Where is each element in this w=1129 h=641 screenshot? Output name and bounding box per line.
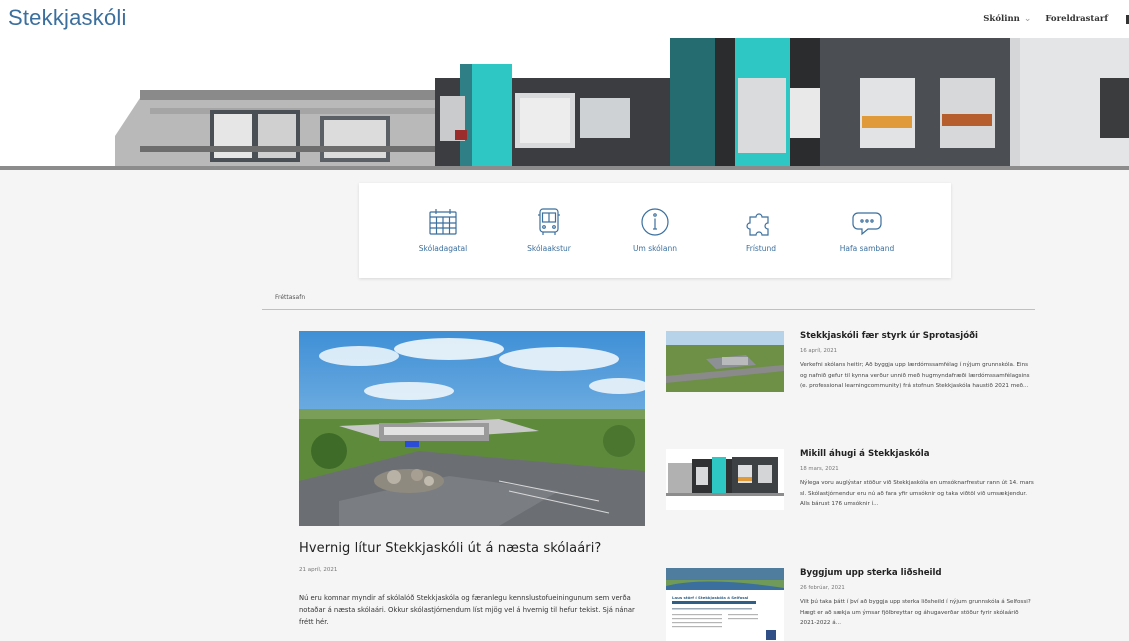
news-excerpt: Nýlega voru auglýstar stöður við Stekkja…: [800, 480, 1034, 508]
news-text: Mikill áhugi á Stekkjaskóla 18 mars, 202…: [800, 449, 1036, 510]
page: Stekkjaskóli Skólinn ⌄ Foreldrastarf Skó…: [0, 0, 1129, 641]
quick-link-hafa-samband[interactable]: Hafa samband: [814, 205, 920, 278]
calendar-icon: [429, 209, 457, 235]
top-bar: Stekkjaskóli Skólinn ⌄ Foreldrastarf: [0, 0, 1129, 38]
quick-link-label: Um skólann: [633, 244, 677, 253]
quick-link-label: Skóladagatal: [418, 244, 468, 253]
quick-link-skolaakstur[interactable]: Skólaakstur: [496, 205, 602, 278]
section-divider: [262, 309, 1035, 310]
news-excerpt: Verkefni skólans heitir; Að byggja upp l…: [800, 362, 1030, 390]
bus-icon: [538, 208, 560, 235]
news-date: 16 apríl, 2021: [800, 348, 838, 354]
building-render-image: [666, 449, 784, 510]
quick-link-label: Skólaakstur: [527, 244, 571, 253]
news-thumbnail[interactable]: [666, 449, 784, 510]
news-item[interactable]: Laus störf í Stekkjaskóla á Selfossi Byg…: [666, 568, 1036, 641]
nav-item-skolinn[interactable]: Skólinn ⌄: [983, 14, 1031, 24]
info-icon: [641, 208, 669, 236]
news-thumbnail[interactable]: Laus störf í Stekkjaskóla á Selfossi: [666, 568, 784, 641]
site-title[interactable]: Stekkjaskóli: [8, 5, 127, 31]
featured-news-excerpt: Nú eru komnar myndir af skólalóð Stekkja…: [299, 594, 635, 626]
news-title[interactable]: Byggjum upp sterka liðsheild: [800, 568, 1036, 578]
quick-link-skoladagatal[interactable]: Skóladagatal: [390, 205, 496, 278]
news-title[interactable]: Mikill áhugi á Stekkjaskóla: [800, 449, 1036, 459]
news-title[interactable]: Stekkjaskóli fær styrk úr Sprotasjóði: [800, 331, 1036, 341]
featured-news-date: 21 apríl, 2021: [299, 567, 338, 573]
quick-link-um-skolann[interactable]: Um skólann: [602, 205, 708, 278]
featured-news-image[interactable]: [299, 331, 645, 526]
news-date: 18 mars, 2021: [800, 466, 839, 472]
nav-label: Foreldrastarf: [1045, 14, 1108, 24]
news-archive-heading[interactable]: Fréttasafn: [275, 294, 305, 301]
chat-bubble-icon: [852, 212, 882, 236]
chevron-down-icon: ⌄: [1023, 14, 1032, 24]
news-item[interactable]: Mikill áhugi á Stekkjaskóla 18 mars, 202…: [666, 449, 1036, 539]
quick-links-card: Skóladagatal Skólaakstur Um skólann Frís…: [359, 183, 951, 278]
hero-banner: [0, 38, 1129, 170]
nav-item-foreldrastarf[interactable]: Foreldrastarf: [1045, 14, 1108, 24]
school-building-rendering: [0, 38, 1129, 170]
news-item[interactable]: Stekkjaskóli fær styrk úr Sprotasjóði 16…: [666, 331, 1036, 421]
news-date: 26 febrúar, 2021: [800, 585, 845, 591]
quick-link-label: Frístund: [745, 244, 777, 253]
news-text: Stekkjaskóli fær styrk úr Sprotasjóði 16…: [800, 331, 1036, 392]
nav-label: Skólinn: [983, 14, 1020, 24]
main-nav: Skólinn ⌄ Foreldrastarf: [983, 0, 1129, 38]
aerial-site-image: [666, 331, 784, 392]
thumb-heading: Laus störf í Stekkjaskóla á Selfossi: [672, 595, 749, 600]
quick-link-label: Hafa samband: [839, 244, 895, 253]
news-text: Byggjum upp sterka liðsheild 26 febrúar,…: [800, 568, 1036, 629]
featured-news-title[interactable]: Hvernig lítur Stekkjaskóli út á næsta sk…: [299, 541, 601, 556]
news-thumbnail[interactable]: [666, 331, 784, 392]
puzzle-icon: [746, 213, 769, 236]
school-grounds-rendering: [299, 331, 645, 526]
quick-link-fristund[interactable]: Frístund: [708, 205, 814, 278]
news-excerpt: Vilt þú taka þátt í því að byggja upp st…: [800, 599, 1031, 627]
job-ad-flyer-image: [666, 568, 784, 641]
